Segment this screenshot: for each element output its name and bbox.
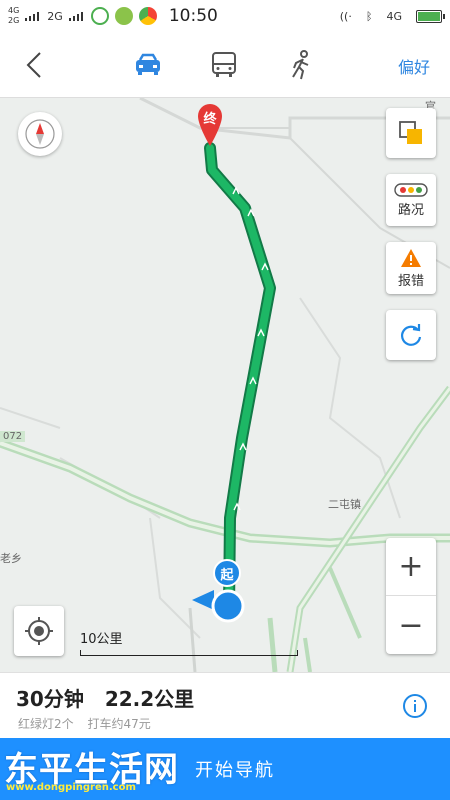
scale-label: 10公里 [80,632,123,647]
route-summary[interactable]: 30分钟 22.2公里 红绿灯2个 打车约47元 [0,672,450,738]
sim2-label: 2G [8,16,20,25]
refresh-button[interactable] [386,310,436,360]
traffic-label: 路况 [397,202,424,218]
app-notification-icon [138,7,157,25]
signal-icon [68,11,85,21]
nfc-icon: ((· [339,9,352,23]
start-navigation-label: 开始导航 [195,760,275,781]
crosshair-icon [25,617,53,645]
zoom-in-button[interactable]: + [386,538,436,596]
signal-icon [25,11,41,21]
bus-icon [212,52,236,77]
network-label: 4G [386,9,402,23]
compass-icon [25,119,55,149]
route-distance: 22.2公里 [104,687,195,711]
traffic-lights-count: 红绿灯2个 [18,717,74,731]
road-number-label: 072 [0,431,26,442]
traffic-button[interactable]: 路况 [386,174,436,226]
locate-me-button[interactable] [14,606,64,656]
traffic-light-icon [394,182,428,197]
warning-icon [401,248,421,267]
sim-signal-group: 4G 2G [8,6,19,26]
end-marker[interactable]: 终 [195,102,225,148]
scale-bar [80,650,298,656]
layers-button[interactable] [386,108,436,158]
back-button[interactable] [22,49,50,81]
start-marker[interactable]: 起 [213,559,241,587]
sim3-label: 2G [47,9,63,23]
car-mode-tab[interactable] [131,48,165,82]
end-marker-label: 终 [203,112,217,127]
report-error-label: 报错 [397,273,424,289]
taxi-fare: 打车约47元 [87,717,151,731]
report-error-button[interactable]: 报错 [386,242,436,294]
route-details-button[interactable] [402,693,428,719]
app-notification-icon [114,7,133,25]
route-sub-info: 红绿灯2个 打车约47元 [18,715,161,732]
preference-button[interactable]: 偏好 [398,54,430,78]
info-icon [403,694,427,718]
layers-icon [399,121,422,144]
car-icon [136,53,160,75]
zoom-out-button[interactable]: − [386,596,436,654]
location-arrow-icon [192,589,245,623]
current-location-dot [188,586,248,626]
walk-mode-tab[interactable] [285,48,319,82]
bluetooth-icon: ᛒ [365,9,373,23]
compass-button[interactable] [18,112,62,156]
sim1-label: 4G [8,6,20,15]
route-main-info: 30分钟 22.2公里 [16,683,208,712]
top-nav: 偏好 [0,32,450,98]
town-label-left: 老乡 [0,552,22,565]
route-duration: 30分钟 [16,687,84,711]
town-label: 二屯镇 [328,498,361,511]
battery-icon [416,9,445,23]
watermark-url: www.dongpingren.com [6,782,136,793]
walk-icon [292,50,309,80]
map-view[interactable]: 072 二屯镇 老乡 官 终 起 路况 报错 + − 10公里 [0,98,450,672]
zoom-control: + − [386,538,436,654]
bus-mode-tab[interactable] [207,48,241,82]
app-notification-icon [90,7,109,25]
clock: 10:50 [168,6,218,26]
start-navigation-button[interactable]: 东平生活网 www.dongpingren.com 开始导航 [0,738,450,800]
start-marker-label: 起 [220,567,234,583]
status-bar: 4G 2G 2G 10:50 ((· ᛒ 4G [0,0,450,32]
refresh-icon [400,324,422,346]
